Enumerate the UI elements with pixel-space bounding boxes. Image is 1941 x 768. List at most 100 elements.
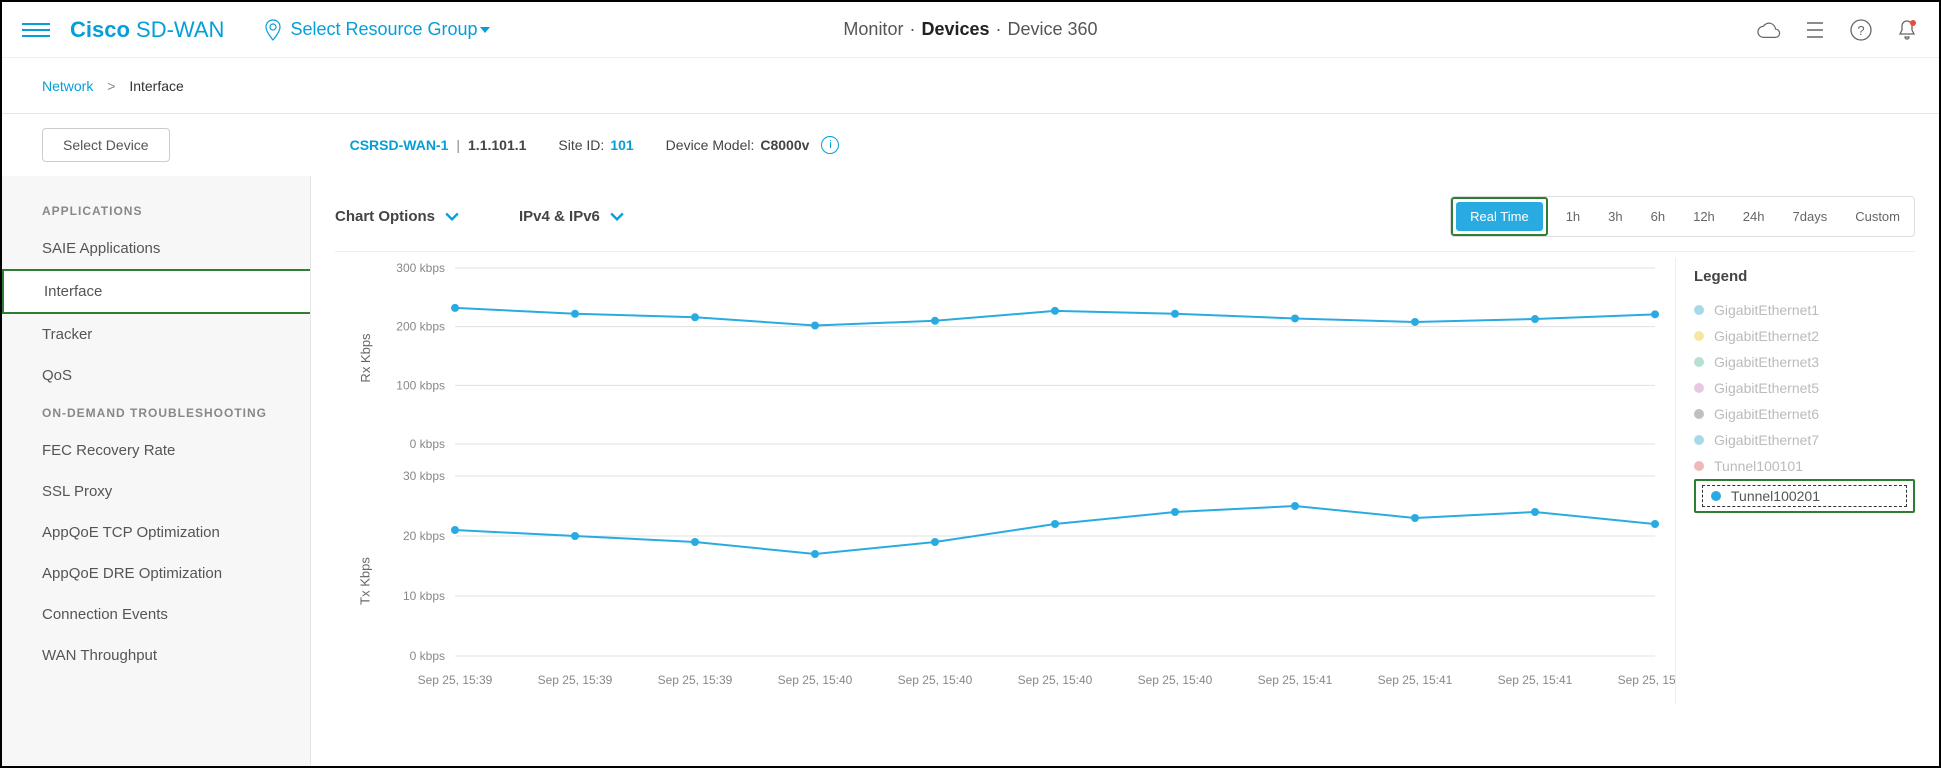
charts-container: Rx Kbps 0 kbps100 kbps200 kbps300 kbps T… <box>335 258 1675 704</box>
svg-text:Sep 25, 15:40: Sep 25, 15:40 <box>898 673 973 687</box>
svg-text:Sep 25, 15:40: Sep 25, 15:40 <box>1138 673 1213 687</box>
time-opt-24h[interactable]: 24h <box>1729 202 1779 231</box>
svg-text:Sep 25, 15:40: Sep 25, 15:40 <box>778 673 853 687</box>
sub-header: Network > Interface <box>2 58 1939 114</box>
legend-item[interactable]: Tunnel100101 <box>1694 453 1915 479</box>
resource-group-label: Select Resource Group <box>290 19 477 40</box>
ip-filter-button[interactable]: IPv4 & IPv6 <box>519 208 624 225</box>
legend-label: Tunnel100101 <box>1714 458 1803 474</box>
tx-ylabel: Tx Kbps <box>357 557 372 605</box>
site-id-value: 101 <box>610 137 633 153</box>
legend-item[interactable]: GigabitEthernet6 <box>1694 401 1915 427</box>
device-model-label: Device Model: <box>666 137 755 153</box>
sidebar-item-qos[interactable]: QoS <box>2 355 310 396</box>
svg-text:10 kbps: 10 kbps <box>403 589 445 603</box>
legend-item[interactable]: GigabitEthernet3 <box>1694 349 1915 375</box>
svg-text:Sep 25, 15:39: Sep 25, 15:39 <box>418 673 493 687</box>
legend-panel: Legend GigabitEthernet1 GigabitEthernet2 G… <box>1675 258 1915 704</box>
svg-text:0 kbps: 0 kbps <box>410 649 445 663</box>
page-breadcrumb: Monitor·Devices·Device 360 <box>843 19 1097 40</box>
sub-breadcrumb: Network > Interface <box>42 78 184 94</box>
breadcrumb-current: Interface <box>129 78 183 94</box>
device-model-value: C8000v <box>760 137 809 153</box>
legend-label: Tunnel100201 <box>1731 488 1820 504</box>
legend-dot-icon <box>1711 491 1721 501</box>
legend-highlight: Tunnel100201 <box>1694 479 1915 513</box>
legend-label: GigabitEthernet5 <box>1714 380 1819 396</box>
time-range-selector: Real Time 1h 3h 6h 12h 24h 7days Custom <box>1450 196 1915 237</box>
tx-chart[interactable]: 0 kbps 10 kbps 20 kbps 30 kbps Sep 25, 15:39… <box>385 466 1675 696</box>
select-device-button[interactable]: Select Device <box>42 128 170 162</box>
sidebar-item-dre-opt[interactable]: AppQoE DRE Optimization <box>2 553 310 594</box>
svg-text:20 kbps: 20 kbps <box>403 529 445 543</box>
time-opt-1h[interactable]: 1h <box>1552 202 1594 231</box>
rx-chart[interactable]: 0 kbps100 kbps200 kbps300 kbps <box>385 258 1675 458</box>
svg-text:300 kbps: 300 kbps <box>396 261 445 275</box>
svg-text:30 kbps: 30 kbps <box>403 469 445 483</box>
time-opt-12h[interactable]: 12h <box>1679 202 1729 231</box>
svg-text:Sep 25, 15:39: Sep 25, 15:39 <box>658 673 733 687</box>
main-content: Chart Options IPv4 & IPv6 Real Time 1h 3… <box>311 176 1939 768</box>
legend-dot-icon <box>1694 357 1704 367</box>
rx-ylabel: Rx Kbps <box>358 333 373 382</box>
legend-item[interactable]: GigabitEthernet1 <box>1694 297 1915 323</box>
tx-chart-block: Tx Kbps 0 kbps 10 kbps 20 kbps 30 kbps Sep 2… <box>335 466 1675 696</box>
hamburger-icon[interactable] <box>22 16 50 44</box>
sidebar: APPLICATIONS SAIE Applications Interface… <box>2 176 311 768</box>
legend-dot-icon <box>1694 305 1704 315</box>
sidebar-section-applications: APPLICATIONS <box>2 194 310 228</box>
legend-label: GigabitEthernet2 <box>1714 328 1819 344</box>
svg-text:Sep 25, 15:41: Sep 25, 15:41 <box>1258 673 1333 687</box>
top-bar: Cisco SD-WAN Select Resource Group Monit… <box>2 2 1939 58</box>
breadcrumb-network-link[interactable]: Network <box>42 78 93 94</box>
device-ip: 1.1.101.1 <box>468 137 526 153</box>
chart-toolbar: Chart Options IPv4 & IPv6 Real Time 1h 3… <box>335 196 1915 237</box>
help-icon[interactable]: ? <box>1849 18 1873 42</box>
device-name[interactable]: CSRSD-WAN-1 <box>350 137 449 153</box>
sidebar-item-conn-events[interactable]: Connection Events <box>2 594 310 635</box>
cloud-icon[interactable] <box>1757 18 1781 42</box>
sidebar-item-ssl[interactable]: SSL Proxy <box>2 471 310 512</box>
time-opt-7days[interactable]: 7days <box>1779 202 1842 231</box>
svg-text:Sep 25, 15:41: Sep 25, 15:41 <box>1498 673 1573 687</box>
legend-dot-icon <box>1694 461 1704 471</box>
sidebar-item-interface[interactable]: Interface <box>2 269 311 314</box>
legend-item[interactable]: GigabitEthernet2 <box>1694 323 1915 349</box>
legend-label: GigabitEthernet1 <box>1714 302 1819 318</box>
time-opt-3h[interactable]: 3h <box>1594 202 1636 231</box>
rx-chart-block: Rx Kbps 0 kbps100 kbps200 kbps300 kbps <box>335 258 1675 458</box>
time-opt-6h[interactable]: 6h <box>1637 202 1679 231</box>
sidebar-item-fec[interactable]: FEC Recovery Rate <box>2 430 310 471</box>
legend-title: Legend <box>1694 268 1915 285</box>
sidebar-item-saie[interactable]: SAIE Applications <box>2 228 310 269</box>
info-icon[interactable]: i <box>821 136 839 154</box>
chart-options-button[interactable]: Chart Options <box>335 208 459 225</box>
svg-text:Sep 25, 15:40: Sep 25, 15:40 <box>1018 673 1093 687</box>
device-info-row: Select Device CSRSD-WAN-1 | 1.1.101.1 Si… <box>2 114 1939 176</box>
chevron-down-icon <box>445 210 459 224</box>
realtime-highlight: Real Time <box>1451 197 1548 236</box>
tasks-icon[interactable] <box>1803 18 1827 42</box>
svg-text:Sep 25, 15:41: Sep 25, 15:41 <box>1618 673 1675 687</box>
legend-label: GigabitEthernet7 <box>1714 432 1819 448</box>
svg-text:100 kbps: 100 kbps <box>396 378 445 392</box>
chevron-down-icon <box>610 210 624 224</box>
legend-item[interactable]: Tunnel100201 <box>1702 485 1907 507</box>
legend-item[interactable]: GigabitEthernet7 <box>1694 427 1915 453</box>
resource-group-selector[interactable]: Select Resource Group <box>264 19 497 41</box>
svg-text:Sep 25, 15:41: Sep 25, 15:41 <box>1378 673 1453 687</box>
brand-logo: Cisco SD-WAN <box>70 17 224 43</box>
svg-text:Sep 25, 15:39: Sep 25, 15:39 <box>538 673 613 687</box>
sidebar-item-wan-throughput[interactable]: WAN Throughput <box>2 635 310 676</box>
legend-dot-icon <box>1694 331 1704 341</box>
bell-icon[interactable] <box>1895 18 1919 42</box>
sidebar-item-tracker[interactable]: Tracker <box>2 314 310 355</box>
svg-text:0 kbps: 0 kbps <box>410 437 445 451</box>
legend-item[interactable]: GigabitEthernet5 <box>1694 375 1915 401</box>
sidebar-item-tcp-opt[interactable]: AppQoE TCP Optimization <box>2 512 310 553</box>
caret-down-icon <box>480 27 490 33</box>
time-opt-realtime[interactable]: Real Time <box>1456 202 1543 231</box>
sidebar-section-troubleshooting: ON-DEMAND TROUBLESHOOTING <box>2 396 310 430</box>
legend-dot-icon <box>1694 383 1704 393</box>
time-opt-custom[interactable]: Custom <box>1841 202 1914 231</box>
